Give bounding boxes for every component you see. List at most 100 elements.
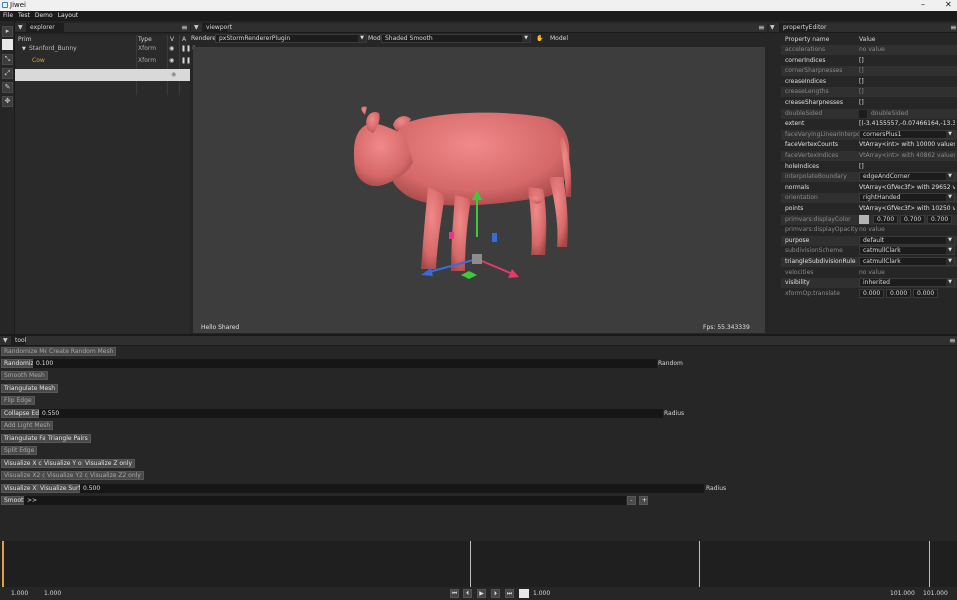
flip-edge-button[interactable]: Flip Edge [1,396,35,405]
menu-layout[interactable]: Layout [58,12,78,19]
frame-slider-handle[interactable] [519,589,529,598]
property-row[interactable]: creaseIndices [] [781,77,957,87]
move-icon[interactable] [2,39,13,50]
create-random-mesh-button[interactable]: Create Random Mesh [46,347,117,356]
collapse-arrow-icon[interactable]: ▼ [18,23,23,33]
property-row[interactable]: normals VtArray<GfVec3f> with 29652 value… [781,183,957,193]
current-frame[interactable]: 1.000 [533,587,550,600]
menu-test[interactable]: Test [18,12,30,19]
expand-arrow-icon[interactable]: ▼ [22,43,26,55]
property-select[interactable]: catmullClark ▼ [859,257,955,266]
property-select[interactable]: catmullClark ▼ [859,246,955,256]
vector-component-input[interactable]: 0.000 [859,288,884,298]
property-row[interactable]: faceVertexIndices VtArray<int> with 40862… [781,151,957,161]
select-arrow-icon[interactable]: ▸ [2,26,13,37]
increment-button[interactable]: + [639,496,648,505]
3d-viewport[interactable]: Hello Shared Fps: 55.343339 [193,47,765,333]
menu-icon[interactable]: ≡ [950,23,957,32]
eye-icon[interactable]: ◉ [171,69,176,81]
timeline-playhead[interactable] [2,541,4,587]
step-back-icon[interactable]: ⏴ [463,589,472,598]
eye-icon[interactable]: ◉ [169,43,174,55]
property-select[interactable]: inherited ▼ [859,278,955,288]
visualize-z2-button[interactable]: Visualize Z2 only [87,471,144,480]
property-row[interactable]: triangleSubdivisionRule catmullClark ▼ [781,257,957,267]
tree-row[interactable]: Cow Xform ◉ ❚❚ [15,55,191,67]
vector-component-input[interactable]: 0.000 [913,288,938,298]
tree-row[interactable]: ▼ Stanford_Bunny Xform ◉ ❚❚ [15,43,191,55]
renderer-select[interactable]: pxStormRendererPlugin ▼ [215,34,367,43]
vector-component-input[interactable]: 0.000 [886,288,911,298]
property-row[interactable]: doubleSided doubleSided [781,108,957,119]
property-row[interactable]: faceVertexCounts VtArray<int> with 10000 … [781,140,957,150]
menu-icon[interactable]: ≡ [758,23,765,32]
pause-icon[interactable]: ❚❚ [181,55,191,67]
add-light-mesh-button[interactable]: Add Light Mesh [1,421,54,430]
play-icon[interactable]: ▶ [477,589,486,598]
property-row[interactable]: creaseSharpnesses [] [781,98,957,108]
property-row[interactable]: accelerations no value [781,45,957,55]
hand-icon[interactable]: ✋ [536,34,543,43]
eye-icon[interactable]: ◉ [169,55,174,67]
split-edge-button[interactable]: Split Edge [1,446,38,455]
property-row[interactable]: points VtArray<GfVec3f> with 10250 values [781,204,957,214]
skip-end-icon[interactable]: ⏭ [505,589,514,598]
vector-component-input[interactable]: 0.700 [900,214,925,224]
smooth-input[interactable]: >> [24,496,626,505]
start-frame[interactable]: 1.000 [11,587,28,600]
collapse-arrow-icon[interactable]: ▼ [194,23,199,33]
tree-row-selected[interactable]: ◉ [15,69,190,81]
property-row[interactable]: xformOp:translate 0.000 0.000 0.000 [781,288,957,299]
property-row[interactable]: cornerSharpnesses [] [781,66,957,77]
property-select[interactable]: edgeAndCorner ▼ [859,172,955,182]
property-row[interactable]: subdivisionScheme catmullClark ▼ [781,246,957,256]
checkbox[interactable] [859,109,867,118]
menu-icon[interactable]: ≡ [949,336,956,345]
surface-radius-input[interactable]: 0.500 [80,484,704,493]
menu-demo[interactable]: Demo [35,12,53,19]
start-frame-2[interactable]: 1.000 [44,587,61,600]
tab-viewport[interactable]: viewport [202,23,232,33]
property-row[interactable]: interpolateBoundary edgeAndCorner ▼ [781,172,957,183]
property-row[interactable]: visibility inherited ▼ [781,278,957,289]
property-row[interactable]: creaseLengths [] [781,87,957,98]
step-forward-icon[interactable]: ⏵ [491,589,500,598]
property-row[interactable]: orientation rightHanded ▼ [781,193,957,204]
menu-icon[interactable]: ≡ [181,23,188,32]
visualize-z-button[interactable]: Visualize Z only [82,459,136,468]
decrement-button[interactable]: - [627,496,636,505]
property-row[interactable]: purpose default ▼ [781,235,957,246]
color-swatch[interactable] [859,214,869,224]
end-frame[interactable]: 101.000 [890,587,915,600]
scale-icon[interactable]: ⤢ [2,68,13,79]
minimize-button[interactable]: – [921,0,925,10]
collapse-arrow-icon[interactable]: ▼ [3,336,8,346]
vector-component-input[interactable]: 0.700 [873,214,898,224]
mode-select[interactable]: Shaded Smooth ▼ [381,34,531,43]
collapse-arrow-icon[interactable]: ▼ [770,23,775,33]
model-label[interactable]: Model [550,34,568,43]
skip-start-icon[interactable]: ⏮ [450,589,459,598]
triangulate-mesh-button[interactable]: Triangulate Mesh [1,384,59,393]
pencil-icon[interactable]: ✎ [2,82,13,93]
property-row[interactable]: holeIndices [] [781,162,957,172]
tab-explorer[interactable]: explorer [26,23,64,33]
property-row[interactable]: primvars:displayOpacity no value [781,225,957,235]
transform-icon[interactable]: ✥ [2,96,13,107]
property-row[interactable]: extent [(-3.4155557,-0.07466164,-13.32765… [781,119,957,129]
vector-component-input[interactable]: 0.700 [927,214,952,224]
property-select[interactable]: default ▼ [859,235,955,245]
property-row[interactable]: primvars:displayColor 0.700 0.700 0.700 [781,214,957,225]
collapse-radius-input[interactable]: 0.550 [39,409,663,418]
rotate-icon[interactable]: ⤡ [2,54,13,65]
close-button[interactable]: ✕ [945,0,952,10]
tab-property-editor[interactable]: propertyEditor [779,23,826,33]
property-row[interactable]: faceVaryingLinearInterpolationcornersPlu… [781,129,957,140]
property-row[interactable]: velocities no value [781,268,957,278]
property-row[interactable]: cornerIndices [] [781,56,957,66]
timeline[interactable] [0,541,957,587]
pause-icon[interactable]: ❚❚ [181,43,191,55]
triangle-pairs-button[interactable]: Triangle Pairs [45,434,91,443]
property-select[interactable]: rightHanded ▼ [859,193,955,203]
end-frame-2[interactable]: 101.000 [923,587,948,600]
